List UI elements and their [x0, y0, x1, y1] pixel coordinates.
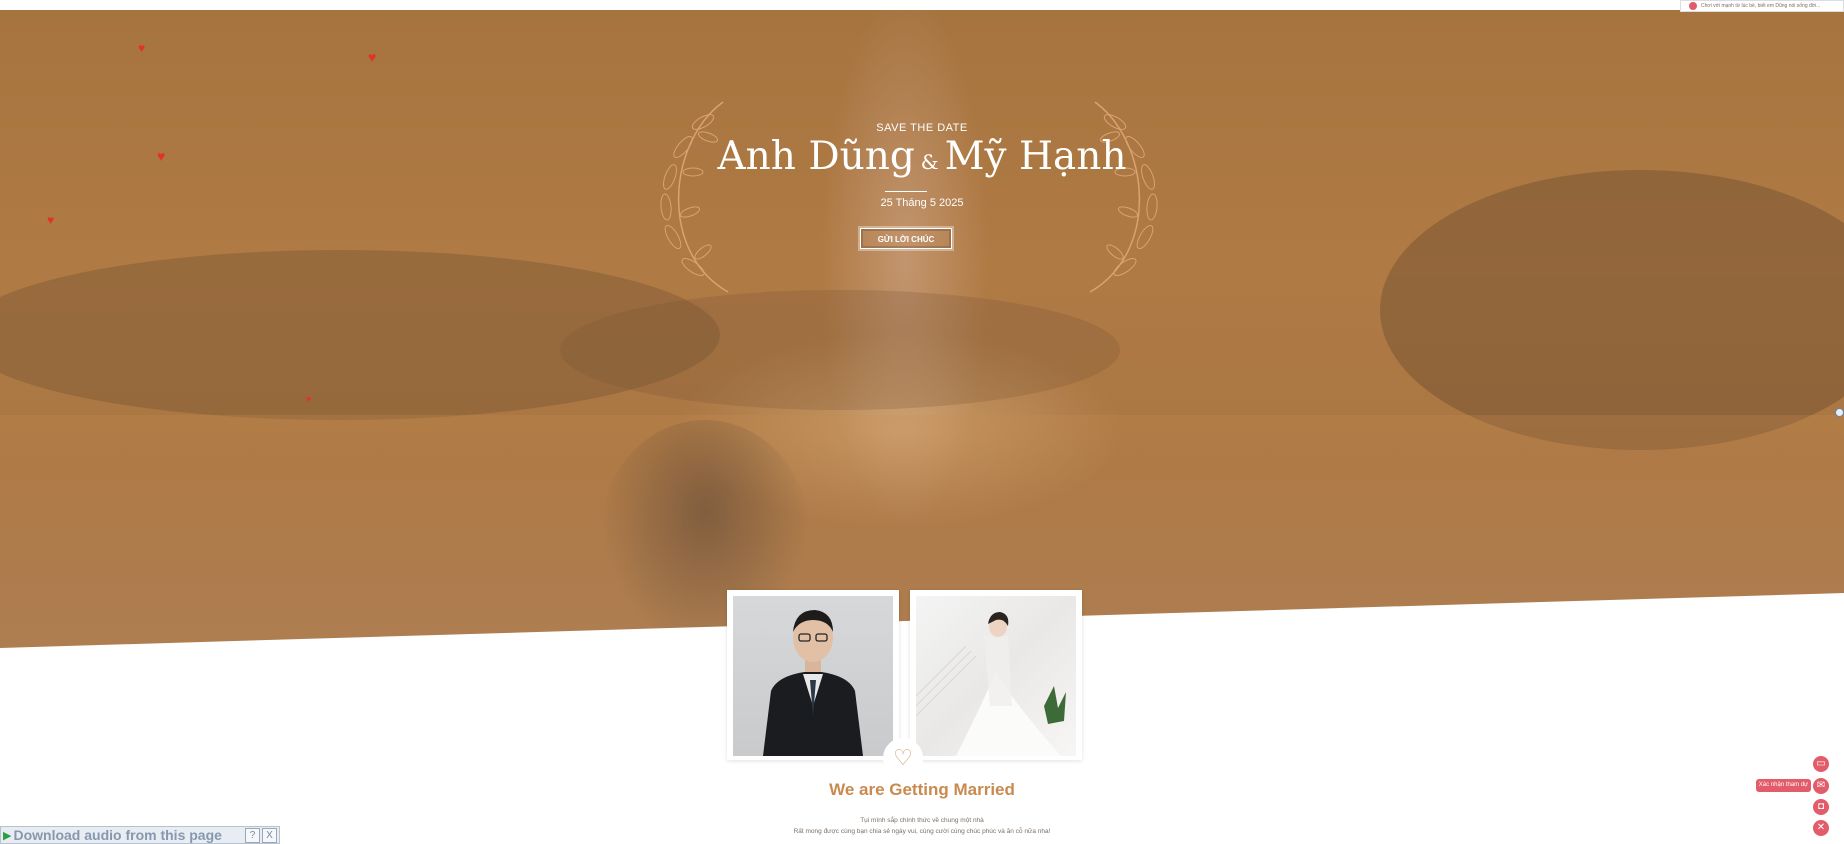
close-button[interactable]: X [262, 827, 277, 843]
download-audio-link[interactable]: Download audio from this page [13, 827, 245, 843]
floating-heart-icon: ♥ [47, 213, 55, 227]
floating-heart-icon: ♥ [306, 394, 312, 404]
groom-photo-frame [727, 590, 899, 760]
save-the-date-label: SAVE THE DATE [876, 122, 968, 134]
ampersand: & [920, 150, 939, 174]
notification-text: Chơi với mạnh từ lúc bé, biết em Dũng nó… [1701, 3, 1821, 9]
couple-names: Anh Dũng & Mỹ Hạnh [0, 134, 1844, 179]
hero-section: ♥ ♥ ♥ ♥ ♥ [0, 10, 1844, 648]
bride-name: Mỹ Hạnh [944, 134, 1127, 179]
bride-photo [916, 596, 1076, 756]
send-wishes-button[interactable]: GỬI LỜI CHÚC [860, 228, 952, 249]
divider [885, 191, 927, 192]
section-title: We are Getting Married [829, 780, 1015, 799]
tree-line-right [1380, 170, 1844, 450]
bride-photo-frame [910, 590, 1082, 760]
wedding-date: 25 Tháng 5 2025 [880, 197, 964, 209]
avatar [1689, 2, 1697, 10]
intro-line-1: Tụi mình sắp chính thức về chung một nhà [860, 817, 984, 824]
chat-icon[interactable]: ▭ [1813, 756, 1829, 772]
bride-figure-icon [916, 612, 1066, 756]
heart-emblem-icon: ♡ [883, 738, 923, 778]
play-icon: ▶ [3, 829, 12, 842]
floating-heart-icon: ♥ [368, 49, 377, 65]
groom-photo [733, 596, 893, 756]
help-button[interactable]: ? [245, 827, 260, 843]
close-icon[interactable]: ✕ [1813, 820, 1829, 836]
download-audio-bar[interactable]: ▶ Download audio from this page ? X [0, 826, 280, 844]
wish-notification[interactable]: Chơi với mạnh từ lúc bé, biết em Dũng nó… [1680, 0, 1844, 12]
gift-icon[interactable]: ◘ [1813, 799, 1829, 815]
groom-name: Anh Dũng [717, 134, 915, 179]
top-strip [0, 0, 1844, 10]
floating-heart-icon: ♥ [138, 41, 146, 55]
hill-center [560, 290, 1120, 410]
side-scroll-icon[interactable] [1835, 408, 1844, 417]
rsvp-label[interactable]: Xác nhận tham dự [1756, 779, 1811, 792]
rsvp-icon[interactable]: ✉ [1813, 778, 1829, 794]
groom-figure-icon [763, 610, 863, 756]
